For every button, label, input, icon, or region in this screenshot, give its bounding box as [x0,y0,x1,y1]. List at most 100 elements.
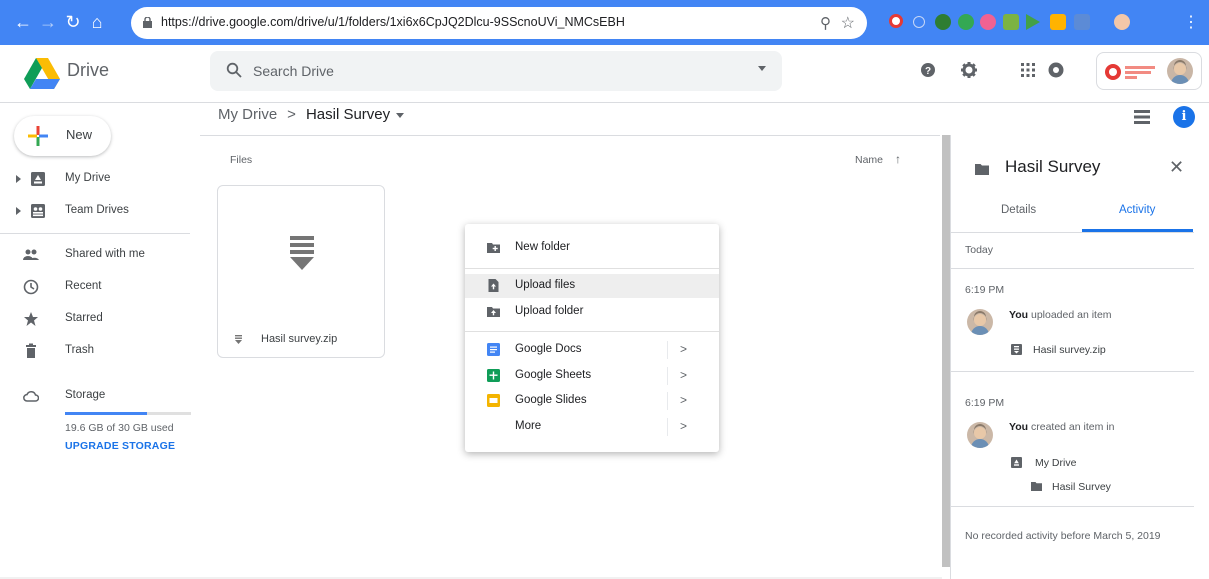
back-icon[interactable]: ← [12,12,34,32]
sidebar-item-label: Recent [65,280,102,292]
extension-yellow-icon[interactable] [1050,14,1066,30]
zoom-icon[interactable]: ⚲ [820,14,831,32]
submenu-divider [667,341,668,359]
address-bar[interactable]: https://drive.google.com/drive/u/1/folde… [131,7,867,39]
bookmark-star-icon[interactable]: ☆ [841,13,855,33]
activity-item-name[interactable]: Hasil Survey [1052,481,1111,493]
extension-icon[interactable] [913,16,925,28]
sidebar-item-storage[interactable]: Storage [0,383,190,409]
expand-arrow-icon[interactable] [16,207,21,215]
submenu-divider [667,392,668,410]
menu-item-google-sheets[interactable]: Google Sheets > [465,364,719,388]
sidebar-item-starred[interactable]: Starred [0,306,190,332]
expand-arrow-icon[interactable] [16,175,21,183]
sidebar-item-label: Trash [65,344,94,356]
sidebar-item-trash[interactable]: Trash [0,338,190,364]
apps-grid-icon[interactable] [1019,61,1037,79]
trash-icon [26,343,36,358]
files-section-heading: Files [230,154,253,166]
people-icon [23,249,39,260]
search-box[interactable]: Search Drive [210,51,782,91]
evernote-icon[interactable] [935,14,951,30]
activity-parent-name[interactable]: My Drive [1035,457,1076,469]
extension-leaf-icon[interactable] [1003,14,1019,30]
organization-logo [1105,64,1155,80]
submenu-chevron-icon[interactable]: > [680,393,687,407]
reload-icon[interactable]: ↻ [62,12,84,32]
extension-pink-icon[interactable] [980,14,996,30]
svg-text:?: ? [925,66,931,77]
sheets-icon [487,369,500,382]
opera-extension-icon[interactable] [889,14,903,28]
star-icon [24,312,38,326]
sidebar-item-label: My Drive [65,172,111,184]
lock-icon [143,17,152,28]
sort-label[interactable]: Name [855,154,883,166]
folder-dropdown-icon[interactable] [396,112,405,118]
zip-file-icon [290,236,314,270]
upgrade-storage-link[interactable]: UPGRADE STORAGE [65,440,175,452]
home-icon[interactable]: ⌂ [86,12,108,32]
activity-item-name[interactable]: Hasil survey.zip [1033,344,1106,356]
submenu-chevron-icon[interactable]: > [680,419,687,433]
sidebar-item-label: Shared with me [65,248,145,260]
sidebar-item-team-drives[interactable]: Team Drives [0,198,190,224]
my-drive-icon [31,172,45,186]
sort-control[interactable]: Name ↑ [855,152,901,166]
tab-details[interactable]: Details [1001,204,1036,216]
activity-footer: No recorded activity before March 5, 201… [965,530,1161,542]
extension-green-icon[interactable] [958,14,974,30]
sidebar-item-label: Team Drives [65,204,129,216]
submenu-chevron-icon[interactable]: > [680,368,687,382]
sidebar-item-my-drive[interactable]: My Drive [0,166,190,192]
activity-description: You created an item in [1009,421,1114,433]
list-view-icon[interactable] [1134,110,1150,124]
upload-file-icon [488,279,499,292]
plus-icon [28,126,48,146]
drive-logo-icon[interactable] [24,58,60,90]
sort-ascending-arrow-icon[interactable]: ↑ [895,152,901,166]
sidebar-item-shared-with-me[interactable]: Shared with me [0,242,190,268]
team-drives-icon [31,204,45,218]
menu-divider [465,268,719,269]
forward-icon[interactable]: → [37,12,59,32]
view-details-icon[interactable]: i [1173,106,1195,128]
settings-gear-icon[interactable] [960,61,978,79]
new-folder-icon [487,243,500,253]
tab-activity[interactable]: Activity [1119,204,1155,216]
notifications-icon[interactable] [1047,61,1065,79]
file-card[interactable]: Hasil survey.zip [217,185,385,358]
menu-item-google-slides[interactable]: Google Slides > [465,389,719,413]
activity-date-heading: Today [965,244,994,256]
close-icon[interactable]: ✕ [1169,157,1184,178]
zip-file-icon [1011,344,1022,355]
menu-item-upload-files[interactable]: Upload files [465,274,719,298]
breadcrumb-separator: > [287,106,296,123]
app-title[interactable]: Drive [67,60,109,81]
activity-text: created an item in [1028,421,1115,433]
menu-item-new-folder[interactable]: New folder [465,236,719,260]
activity-actor: You [1009,421,1029,433]
chrome-menu-icon[interactable]: ⋮ [1183,12,1199,32]
sidebar-item-recent[interactable]: Recent [0,274,190,300]
breadcrumb-current-folder[interactable]: Hasil Survey [306,106,390,123]
menu-item-upload-folder[interactable]: Upload folder [465,300,719,324]
activity-time: 6:19 PM [965,397,1005,409]
upload-folder-icon [487,307,500,317]
search-options-icon[interactable] [758,66,766,71]
search-icon[interactable] [226,62,242,78]
menu-item-label: Google Slides [515,394,587,406]
profile-avatar[interactable] [1114,14,1130,30]
menu-item-google-docs[interactable]: Google Docs > [465,338,719,362]
scrollbar[interactable] [942,135,950,567]
account-switcher[interactable] [1096,52,1202,90]
extension-blue-icon[interactable] [1074,14,1090,30]
play-icon[interactable] [1026,14,1040,30]
new-button[interactable]: New [14,116,111,156]
breadcrumb-my-drive[interactable]: My Drive [218,106,277,123]
toolbar-divider [200,135,940,136]
menu-item-label: New folder [515,241,570,253]
help-icon[interactable]: ? [919,61,937,79]
submenu-chevron-icon[interactable]: > [680,342,687,356]
menu-item-more[interactable]: More > [465,415,719,439]
